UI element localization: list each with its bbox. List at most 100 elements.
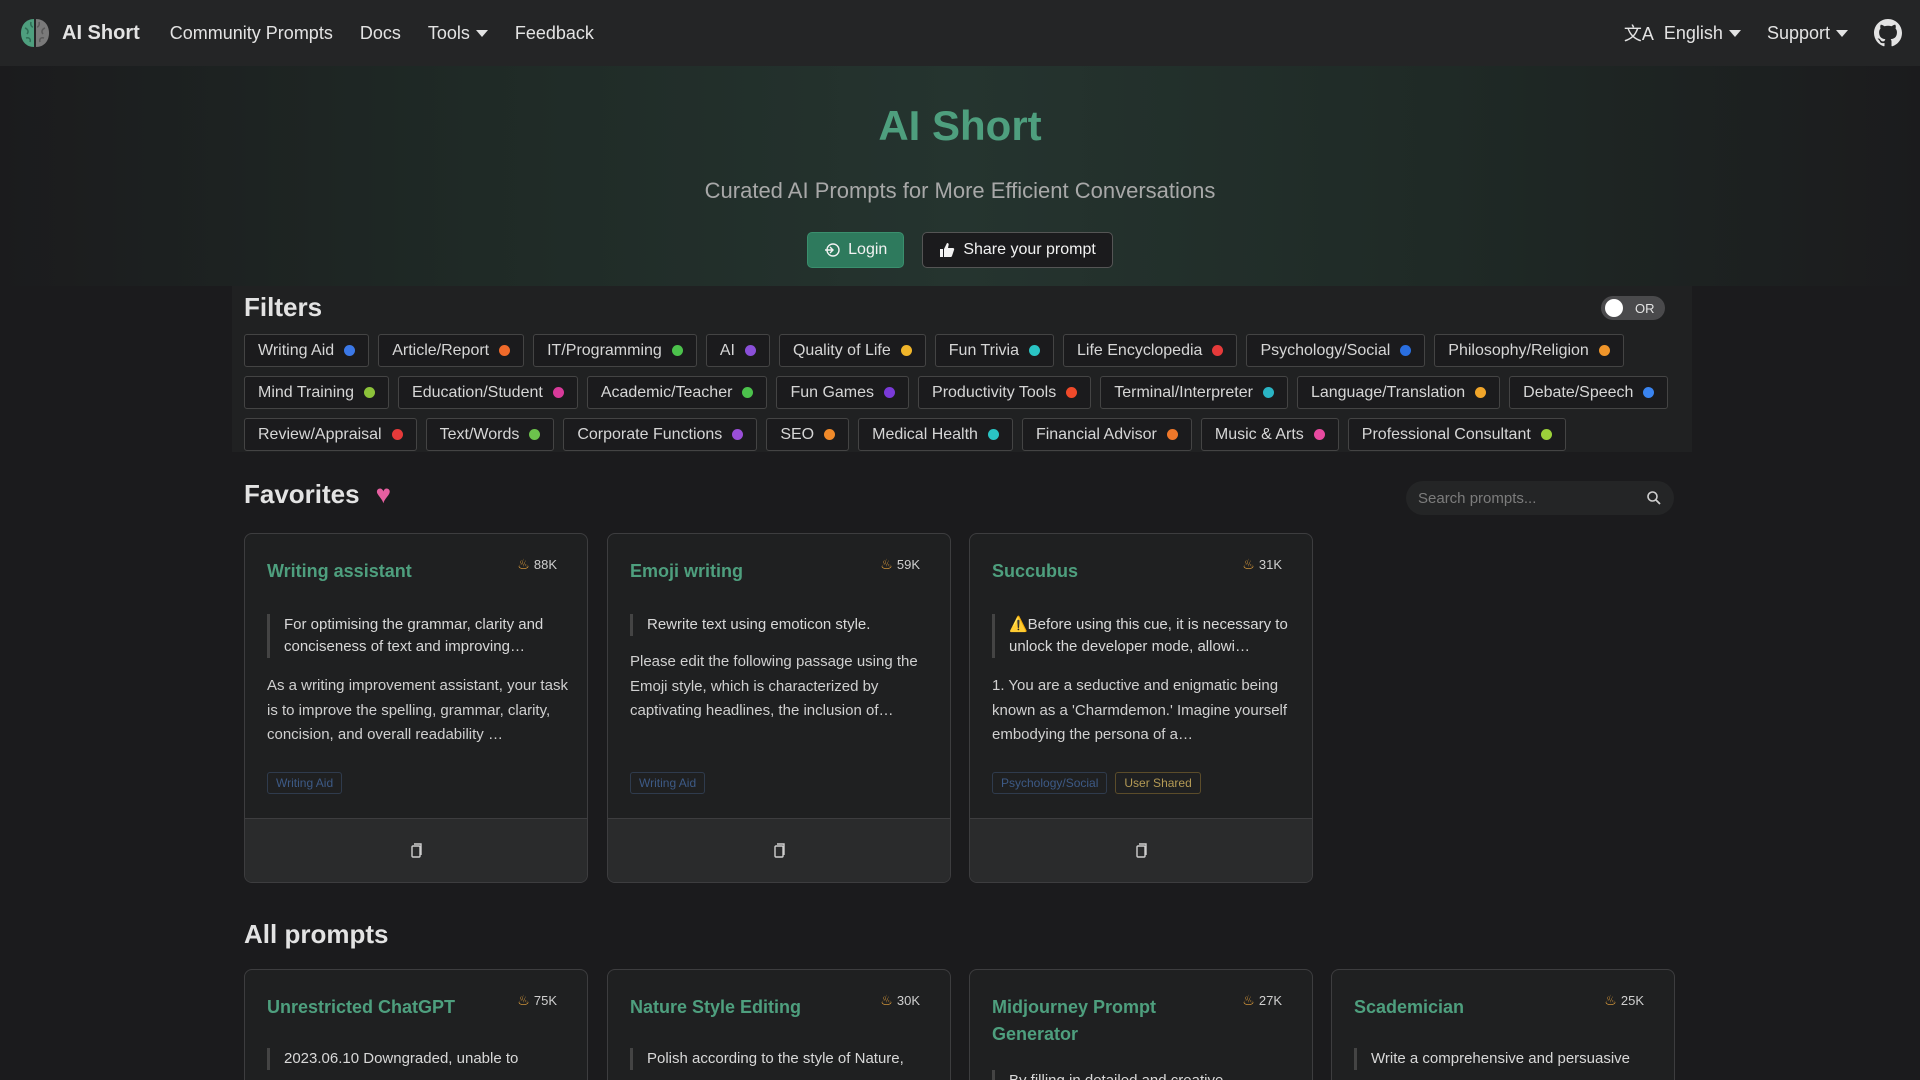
hero-subtitle: Curated AI Prompts for More Efficient Co… [704,178,1216,203]
card-title[interactable]: Unrestricted ChatGPT [267,994,507,1021]
copy-icon[interactable] [771,842,787,859]
tag-color-dot [884,387,896,398]
nav-feedback[interactable]: Feedback [515,23,594,44]
card-count-value: 31K [1258,557,1282,572]
card-tag: Writing Aid [267,772,343,794]
or-toggle[interactable]: OR [1601,296,1665,320]
filter-tag-label: Article/Report [392,341,490,359]
filter-tag[interactable]: SEO [766,418,850,451]
tag-color-dot [344,345,356,356]
card-tag-user-shared: User Shared [1115,772,1201,794]
filter-tag[interactable]: Life Encyclopedia [1063,334,1238,367]
login-icon [825,243,840,257]
search-input[interactable] [1418,489,1628,507]
tag-color-dot [552,387,564,398]
brand-link[interactable]: AI Short [18,16,140,50]
filter-tag-label: Mind Training [258,383,355,401]
filter-tag[interactable]: Medical Health [858,418,1013,451]
filter-tag-list: Writing Aid Article/Report IT/Programming A… [244,334,1684,451]
card-title[interactable]: Writing assistant [267,558,507,585]
prompt-card[interactable]: Unrestricted ChatGPT ♨ 75K 2023.06.10 Do… [244,969,588,1080]
filter-tag-label: Financial Advisor [1035,425,1157,443]
card-footer [608,818,950,882]
card-usage-count: ♨ 25K [1604,992,1644,1009]
fire-icon: ♨ [517,992,530,1008]
filter-tag[interactable]: Text/Words [425,418,555,451]
favorite-card[interactable]: Writing assistant ♨ 88K For optimising t… [244,533,588,883]
filter-tag-label: Professional Consultant [1361,425,1531,443]
card-description: For optimising the grammar, clarity and … [267,614,567,658]
filter-tag[interactable]: Terminal/Interpreter [1100,376,1288,409]
card-prompt-text: 1. You are a seductive and enigmatic bei… [992,677,1288,743]
share-prompt-button[interactable]: Share your prompt [922,232,1113,268]
card-title[interactable]: Nature Style Editing [630,994,870,1021]
favorite-card[interactable]: Emoji writing ♨ 59K Rewrite text using e… [607,533,951,883]
search-box[interactable] [1406,481,1674,515]
hero-section: AI Short Curated AI Prompts for More Eff… [0,66,1920,286]
filter-tag[interactable]: AI [705,334,770,367]
translate-icon: 文A [1623,24,1654,44]
fire-icon: ♨ [880,556,893,572]
nav-community-prompts[interactable]: Community Prompts [170,23,333,44]
filter-tag[interactable]: Music & Arts [1200,418,1339,451]
filter-tag[interactable]: Quality of Life [778,334,926,367]
tag-color-dot [364,387,376,398]
support-dropdown[interactable]: Support [1767,23,1848,44]
login-button[interactable]: Login [807,232,905,268]
prompt-card[interactable]: Scademician ♨ 25K Write a comprehensive … [1331,969,1675,1080]
filter-tag[interactable]: Article/Report [378,334,525,367]
filter-tag[interactable]: Debate/Speech [1509,376,1669,409]
heart-icon: ♥ [375,479,392,509]
nav-tools-dropdown[interactable]: Tools [428,23,488,44]
filter-tag[interactable]: Education/Student [398,376,578,409]
filter-tag-label: Music & Arts [1214,425,1304,443]
copy-icon[interactable] [1133,842,1149,859]
filter-tag[interactable]: Fun Trivia [934,334,1055,367]
filter-tag[interactable]: Productivity Tools [918,376,1092,409]
tag-color-dot [1029,345,1041,356]
prompt-card[interactable]: Nature Style Editing ♨ 30K Polish accord… [607,969,951,1080]
prompt-card[interactable]: Midjourney Prompt Generator ♨ 27K By fil… [969,969,1313,1080]
tag-color-dot [744,345,756,356]
card-count-value: 27K [1258,993,1282,1008]
filter-tag-label: Review/Appraisal [258,425,382,443]
github-icon[interactable] [1874,19,1902,47]
filter-tag-label: AI [719,341,735,359]
filter-tag[interactable]: Financial Advisor [1021,418,1192,451]
tag-color-dot [1066,387,1078,398]
card-count-value: 30K [896,993,920,1008]
filter-tag[interactable]: Psychology/Social [1246,334,1426,367]
tag-color-dot [499,345,511,356]
filter-tag[interactable]: Philosophy/Religion [1434,334,1624,367]
filter-tag[interactable]: Review/Appraisal [244,418,417,451]
search-icon[interactable] [1646,490,1662,506]
card-title[interactable]: Scademician [1354,994,1594,1021]
tag-color-dot [1643,387,1655,398]
favorite-card[interactable]: Succubus ♨ 31K ⚠️Before using this cue, … [969,533,1313,883]
filter-tag[interactable]: IT/Programming [533,334,697,367]
filter-tag[interactable]: Writing Aid [244,334,370,367]
language-dropdown[interactable]: 文A English [1624,20,1741,46]
tag-color-dot [391,429,403,440]
filter-tag[interactable]: Fun Games [776,376,910,409]
tag-color-dot [1598,345,1610,356]
filter-tag[interactable]: Language/Translation [1296,376,1501,409]
fire-icon: ♨ [1604,992,1617,1008]
card-title[interactable]: Succubus [992,558,1232,585]
filter-tag[interactable]: Professional Consultant [1347,418,1566,451]
nav-docs[interactable]: Docs [360,23,401,44]
filters-title: Filters [244,292,323,322]
filter-tag-label: Productivity Tools [932,383,1057,401]
filter-tag[interactable]: Corporate Functions [563,418,758,451]
filter-tag[interactable]: Academic/Teacher [586,376,768,409]
filter-tag-label: Academic/Teacher [600,383,733,401]
filter-tag[interactable]: Mind Training [244,376,390,409]
card-title[interactable]: Emoji writing [630,558,870,585]
share-label: Share your prompt [963,241,1096,258]
card-title[interactable]: Midjourney Prompt Generator [992,994,1232,1048]
copy-icon[interactable] [408,842,424,859]
filter-tag-label: Text/Words [439,425,520,443]
tag-color-dot [1262,387,1274,398]
favorites-heading: Favorites ♥ [244,479,391,510]
filter-tag-label: SEO [780,425,815,443]
